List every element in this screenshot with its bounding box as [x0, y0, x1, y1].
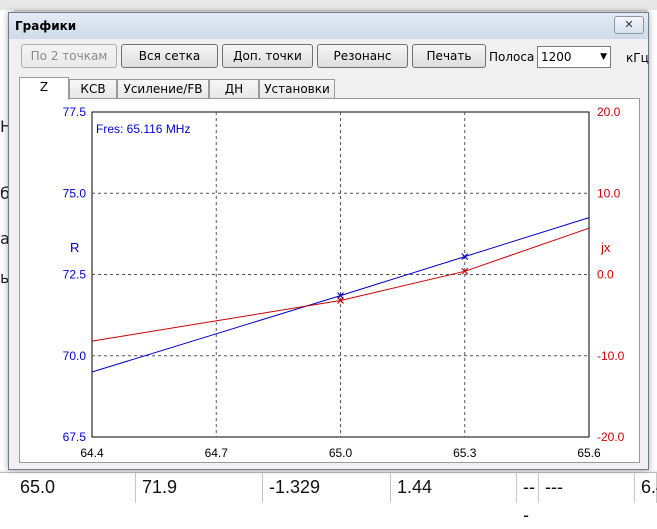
- band-label: Полоса: [489, 50, 535, 64]
- table-cell: 71.9: [136, 473, 263, 503]
- y-left-tick-label: 75.0: [63, 186, 87, 200]
- tab-swr[interactable]: КСВ: [69, 79, 117, 99]
- y-left-axis-label: R: [70, 240, 79, 255]
- y-right-tick-label: 10.0: [597, 186, 621, 200]
- x-tick-label: 65.3: [453, 446, 477, 460]
- y-right-tick-label: -20.0: [597, 430, 625, 444]
- close-button[interactable]: ✕: [614, 16, 644, 34]
- table-cell: -1.329: [263, 473, 391, 503]
- extra-points-button[interactable]: Доп. точки: [222, 44, 313, 68]
- x-tick-label: 65.0: [329, 446, 353, 460]
- y-right-tick-label: 20.0: [597, 105, 621, 119]
- two-points-button[interactable]: По 2 точкам: [21, 44, 117, 68]
- x-tick-label: 64.4: [80, 446, 104, 460]
- y-left-tick-label: 72.5: [63, 268, 87, 282]
- chart-annotation: Fres: 65.116 MHz: [96, 122, 190, 136]
- y-right-tick-label: 0.0: [597, 268, 614, 282]
- background-toolbar: [0, 0, 657, 11]
- window-title: Графики: [15, 19, 77, 33]
- tab-settings[interactable]: Установки: [259, 79, 335, 99]
- chart-panel: 64.4 64.7 65.0 65.3 65.6 67.5 -20.0 70.0 -10.0 72…: [19, 98, 640, 463]
- y-right-axis-label: jx: [600, 240, 611, 255]
- table-cell: 1.44: [391, 473, 517, 503]
- band-select[interactable]: 1200 ▼: [537, 46, 611, 68]
- x-tick-label: 65.6: [577, 446, 601, 460]
- full-grid-button[interactable]: Вся сетка: [121, 44, 218, 68]
- x-tick-label: 64.7: [205, 446, 229, 460]
- y-left-tick-label: 77.5: [63, 105, 87, 119]
- band-unit: кГц: [626, 51, 649, 65]
- table-cell: ---: [539, 473, 635, 503]
- table-cell: ---: [517, 473, 539, 525]
- table-cell: 65.0: [14, 473, 136, 503]
- y-right-tick-label: -10.0: [597, 349, 625, 363]
- chevron-down-icon: ▼: [600, 52, 607, 62]
- resonance-button[interactable]: Резонанс: [317, 44, 408, 68]
- close-icon: ✕: [624, 18, 634, 31]
- print-button[interactable]: Печать: [412, 44, 486, 68]
- tab-z[interactable]: Z: [19, 77, 69, 100]
- graphs-window: Графики ✕ По 2 точкам Вся сетка Доп. точ…: [8, 12, 649, 470]
- impedance-chart: 64.4 64.7 65.0 65.3 65.6 67.5 -20.0 70.0 -10.0 72…: [63, 105, 625, 460]
- y-left-tick-label: 70.0: [63, 349, 87, 363]
- band-value: 1200: [541, 50, 572, 64]
- table-cell: 6.4: [635, 473, 657, 503]
- title-bar[interactable]: Графики ✕: [9, 13, 648, 39]
- tab-pattern[interactable]: ДН: [209, 79, 259, 99]
- y-left-tick-label: 67.5: [63, 430, 87, 444]
- tab-gain-fb[interactable]: Усиление/FB: [117, 79, 209, 99]
- background-table-row: 65.0 71.9 -1.329 1.44 --- --- 6.4: [0, 472, 657, 525]
